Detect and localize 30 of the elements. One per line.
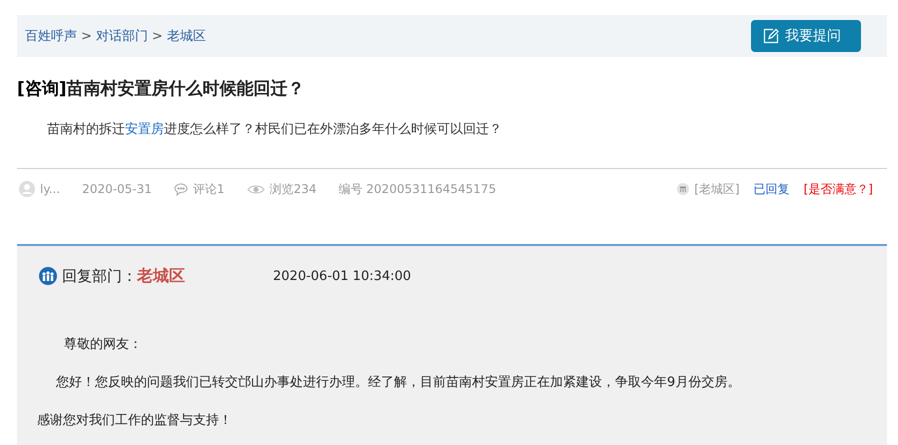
breadcrumb-link[interactable]: 对话部门 [96,27,148,45]
building-icon [677,183,690,195]
user-avatar-icon [19,181,35,197]
post-number: 编号 20200531164545175 [338,180,496,198]
people-icon [39,267,57,285]
reply-department-name: 老城区 [137,266,185,286]
question-category: [咨询] [17,78,67,100]
author-name: ly... [40,182,60,196]
edit-icon [763,28,779,44]
view-count: 浏览234 [270,180,316,198]
reply-salutation: 尊敬的网友： [63,336,143,353]
reply-closing: 感谢您对我们工作的监督与支持！ [36,412,233,429]
department-tag: [老城区] [694,180,740,198]
breadcrumb-separator: > [81,28,92,44]
breadcrumb-link[interactable]: 老城区 [166,27,206,45]
reply-paragraph: 您好！您反映的问题我们已转交邙山办事处进行办理。经了解，目前苗南村安置房正在加紧建设，争取今年9月份交房。 [55,374,742,391]
reply-time: 2020-06-01 10:34:00 [273,268,412,284]
inline-link[interactable]: 安置房 [125,122,164,137]
breadcrumb-separator: > [152,28,163,44]
comment-count: 评论1 [192,180,225,198]
question-body: 苗南村的拆迁安置房进度怎么样了？村民们已在外漂泊多年什么时候可以回迁？ [47,121,503,139]
eye-icon [246,184,265,194]
post-date: 2020-05-31 [82,182,152,196]
satisfaction-link[interactable]: [是否满意？] [804,180,873,198]
reply-department-label: 回复部门： [62,266,137,286]
speech-bubble-icon [174,182,188,196]
breadcrumb-link[interactable]: 百姓呼声 [25,27,77,45]
question-title: 苗南村安置房什么时候能回迁？ [66,78,305,100]
reply-status-link[interactable]: 已回复 [754,180,790,198]
ask-question-button[interactable]: 我要提问 [751,20,861,52]
